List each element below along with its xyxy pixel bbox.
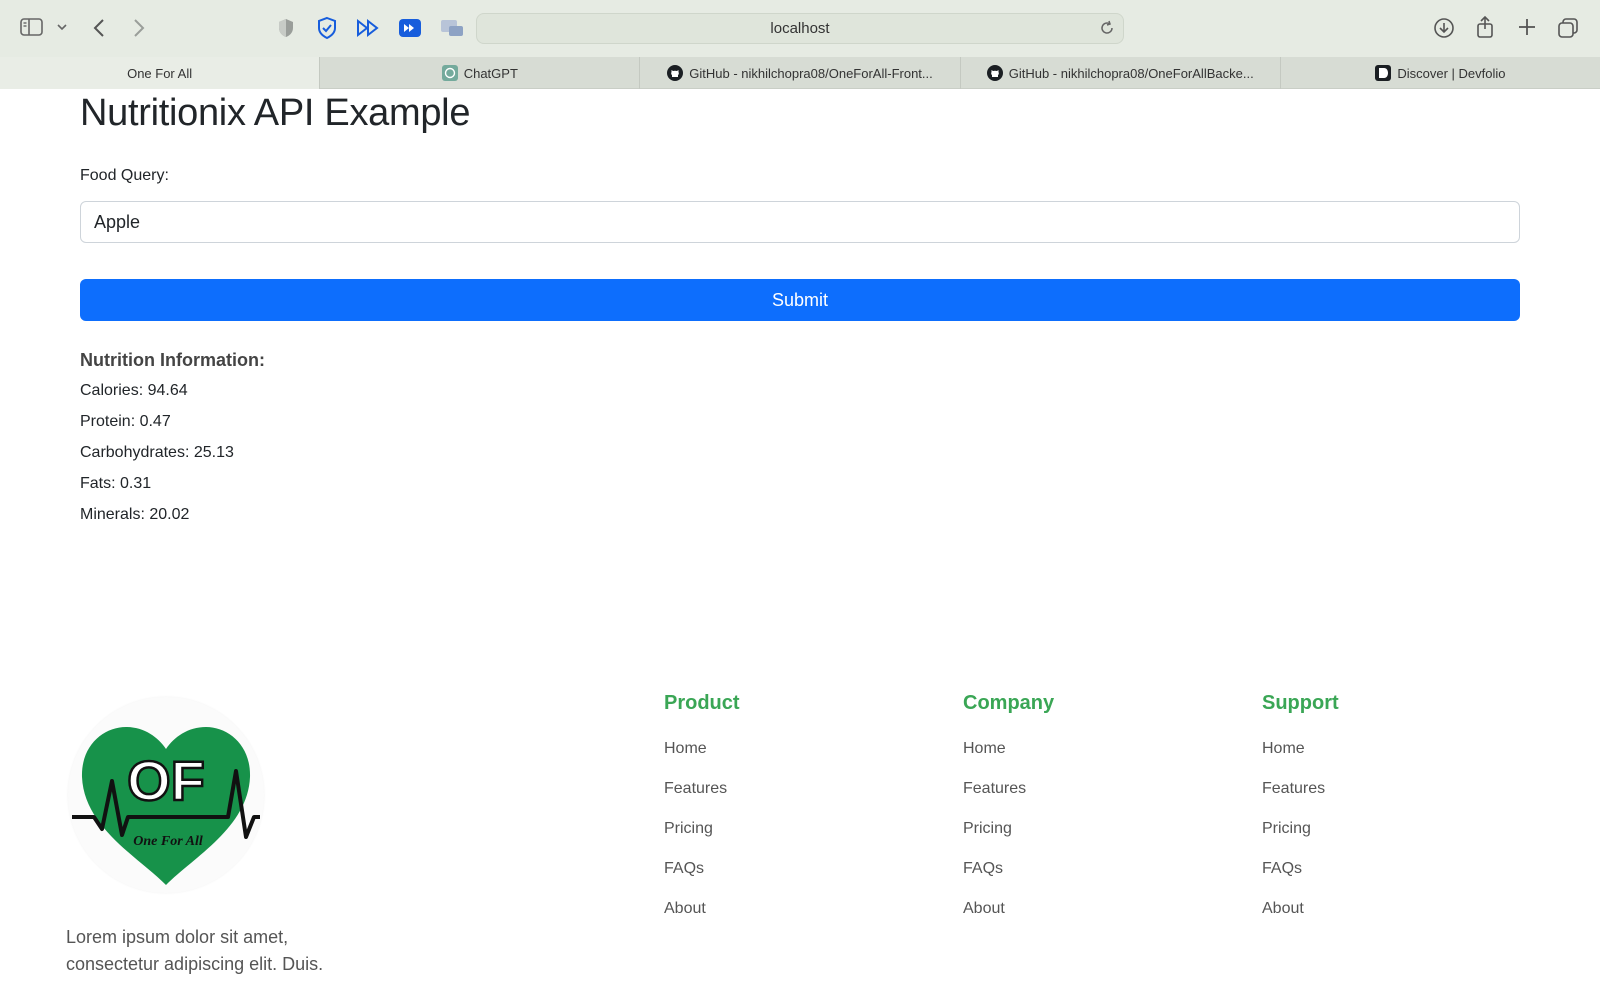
- video-speed-icon[interactable]: [398, 17, 422, 39]
- footer-link-home[interactable]: Home: [963, 739, 1054, 779]
- tab-github-frontend[interactable]: GitHub - nikhilchopra08/OneForAll-Front.…: [639, 57, 959, 89]
- footer-column-title: Support: [1262, 692, 1339, 714]
- github-icon: [986, 65, 1003, 81]
- footer-link-faqs[interactable]: FAQs: [1262, 859, 1339, 899]
- tab-overview-icon[interactable]: [1557, 17, 1579, 39]
- footer-link-faqs[interactable]: FAQs: [664, 859, 740, 899]
- bitwarden-shield-icon[interactable]: [316, 16, 338, 40]
- nutrition-heading: Nutrition Information:: [80, 350, 265, 370]
- footer-column-support: Support Home Features Pricing FAQs About: [1262, 692, 1339, 939]
- footer-link-pricing[interactable]: Pricing: [963, 819, 1054, 859]
- tab-one-for-all[interactable]: One For All: [0, 57, 320, 89]
- github-icon: [667, 65, 684, 81]
- footer-link-pricing[interactable]: Pricing: [664, 819, 740, 859]
- url-text: localhost: [770, 20, 830, 37]
- nutrition-protein: Protein: 0.47: [80, 413, 171, 430]
- fast-forward-icon[interactable]: [356, 18, 380, 38]
- new-tab-icon[interactable]: [1517, 17, 1537, 37]
- tab-devfolio[interactable]: Discover | Devfolio: [1279, 57, 1600, 89]
- tab-github-backend[interactable]: GitHub - nikhilchopra08/OneForAllBacke..…: [959, 57, 1280, 89]
- footer-column-title: Product: [664, 692, 740, 714]
- back-icon[interactable]: [92, 17, 106, 39]
- picture-in-picture-icon[interactable]: [440, 18, 464, 38]
- browser-toolbar: localhost: [0, 0, 1600, 57]
- chevron-down-icon[interactable]: [56, 22, 68, 32]
- one-for-all-logo: OF One For All: [68, 697, 264, 893]
- footer-column-company: Company Home Features Pricing FAQs About: [963, 692, 1054, 939]
- tab-label: ChatGPT: [463, 65, 518, 81]
- downloads-icon[interactable]: [1433, 17, 1455, 39]
- nutrition-minerals: Minerals: 20.02: [80, 506, 190, 523]
- tab-label: Discover | Devfolio: [1397, 65, 1506, 81]
- reload-icon[interactable]: [1099, 20, 1115, 40]
- tab-bar: One For All ChatGPT GitHub - nikhilchopr…: [0, 57, 1600, 89]
- footer-link-pricing[interactable]: Pricing: [1262, 819, 1339, 859]
- submit-button[interactable]: Submit: [80, 279, 1520, 321]
- footer-column-product: Product Home Features Pricing FAQs About: [664, 692, 740, 939]
- footer-link-home[interactable]: Home: [1262, 739, 1339, 779]
- nutrition-calories: Calories: 94.64: [80, 382, 188, 399]
- footer-link-features[interactable]: Features: [1262, 779, 1339, 819]
- devfolio-icon: [1375, 65, 1392, 81]
- share-icon[interactable]: [1475, 15, 1495, 39]
- footer-blurb: Lorem ipsum dolor sit amet, consectetur …: [66, 927, 324, 974]
- address-bar[interactable]: localhost: [476, 13, 1124, 44]
- food-query-label: Food Query:: [80, 167, 169, 184]
- sidebar-toggle-icon[interactable]: [20, 17, 44, 37]
- privacy-shield-icon[interactable]: [276, 17, 296, 39]
- forward-icon[interactable]: [132, 17, 146, 39]
- footer-link-about[interactable]: About: [1262, 899, 1339, 939]
- tab-label: One For All: [127, 65, 193, 81]
- footer-link-about[interactable]: About: [664, 899, 740, 939]
- footer-column-title: Company: [963, 692, 1055, 714]
- page-title: Nutritionix API Example: [80, 92, 471, 134]
- logo-monogram: OF: [127, 749, 205, 812]
- tab-label: GitHub - nikhilchopra08/OneForAll-Front.…: [689, 65, 933, 81]
- footer-link-faqs[interactable]: FAQs: [963, 859, 1054, 899]
- footer-link-features[interactable]: Features: [664, 779, 740, 819]
- nutrition-info: Nutrition Information: Calories: 94.64 P…: [80, 350, 265, 536]
- food-query-input[interactable]: [80, 201, 1520, 243]
- nutrition-carbohydrates: Carbohydrates: 25.13: [80, 444, 234, 461]
- nutrition-fats: Fats: 0.31: [80, 475, 152, 492]
- tab-label: GitHub - nikhilchopra08/OneForAllBacke..…: [1008, 65, 1254, 81]
- logo-tagline: One For All: [133, 834, 203, 849]
- footer-link-about[interactable]: About: [963, 899, 1054, 939]
- footer-link-home[interactable]: Home: [664, 739, 740, 779]
- tab-chatgpt[interactable]: ChatGPT: [319, 57, 639, 89]
- chatgpt-icon: [441, 65, 458, 81]
- footer-link-features[interactable]: Features: [963, 779, 1054, 819]
